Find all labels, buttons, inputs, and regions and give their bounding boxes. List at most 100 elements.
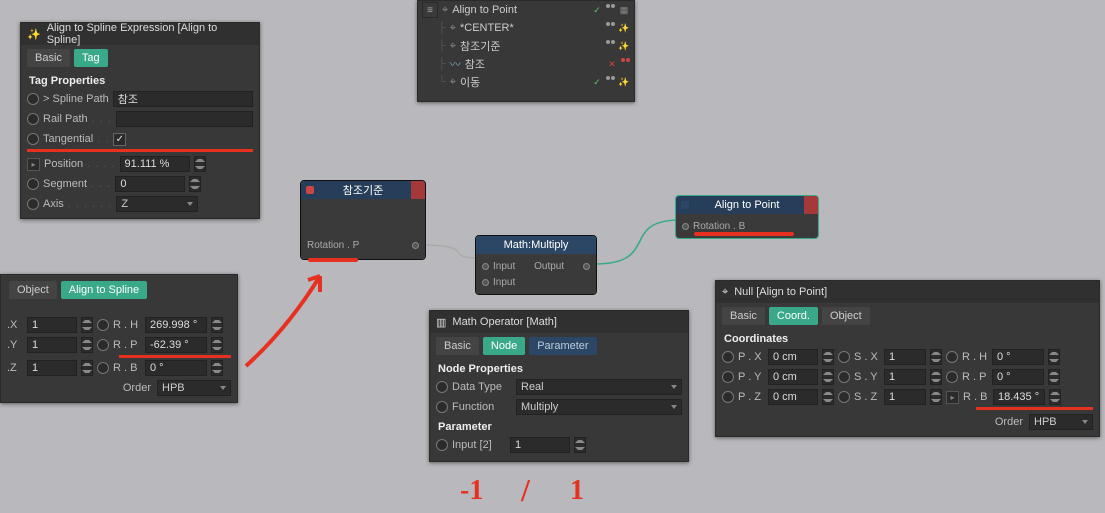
spinner[interactable] [211,337,223,353]
radio-sz[interactable] [838,391,850,403]
spline-path-field[interactable]: 참조 [113,91,253,107]
px-field[interactable]: 0 cm [768,349,818,365]
sz-field[interactable]: 1 [884,389,926,405]
x-field[interactable]: 1 [27,317,77,333]
radio-spline-path[interactable] [27,93,39,105]
radio-sy[interactable] [838,371,850,383]
spinner[interactable] [189,176,201,192]
tab-align-to-spline[interactable]: Align to Spline [61,281,147,299]
radio-rh[interactable] [97,319,109,331]
visibility-icon[interactable]: ✓ [591,76,603,88]
radio-tangential[interactable] [27,133,39,145]
radio-rp[interactable] [946,371,958,383]
tree-item-move[interactable]: 이동 [460,74,480,90]
spinner[interactable] [574,437,586,453]
tree-item-ref-base[interactable]: 참조기준 [460,38,500,54]
anim-icon[interactable]: ▸ [27,158,40,171]
spinner[interactable] [81,360,93,376]
radio-py[interactable] [722,371,734,383]
node-header[interactable]: 참조기준 [301,181,425,199]
spinner[interactable] [930,369,942,385]
spinner[interactable] [1048,369,1060,385]
node-ref[interactable]: 참조기준 Rotation . P [300,180,426,260]
tab-coord[interactable]: Coord. [769,307,818,325]
tag-icon[interactable]: ✨ [618,22,630,34]
tab-object[interactable]: Object [9,281,57,299]
tab-basic[interactable]: Basic [27,49,70,67]
spinner[interactable] [930,389,942,405]
sx-field[interactable]: 1 [884,349,926,365]
py-field[interactable]: 0 cm [768,369,818,385]
tangential-checkbox[interactable] [113,133,126,146]
radio-axis[interactable] [27,198,39,210]
node-multiply[interactable]: Math:Multiply Input Output Input [475,235,597,295]
rail-path-field[interactable] [116,111,253,127]
tab-basic[interactable]: Basic [722,307,765,325]
visibility-off-icon[interactable]: ✕ [606,58,618,70]
position-field[interactable]: 91.111 % [120,156,190,172]
tab-basic[interactable]: Basic [436,337,479,355]
node-header[interactable]: Align to Point [676,196,818,214]
rb-field[interactable]: 18.435 ° [993,389,1045,405]
radio-rb[interactable] [97,362,109,374]
node-header[interactable]: Math:Multiply [476,236,596,254]
dots-icon[interactable] [606,76,615,88]
visibility-icon[interactable]: ✓ [591,4,603,16]
tab-tag[interactable]: Tag [74,49,108,67]
input2-field[interactable]: 1 [510,437,570,453]
pz-field[interactable]: 0 cm [768,389,818,405]
segment-field[interactable]: 0 [115,176,185,192]
rp-field[interactable]: 0 ° [992,369,1044,385]
radio-pz[interactable] [722,391,734,403]
dots-icon[interactable] [606,22,615,34]
output-port[interactable] [583,263,590,270]
radio-rp[interactable] [97,339,109,351]
spinner[interactable] [1048,349,1060,365]
radio-px[interactable] [722,351,734,363]
radio-input2[interactable] [436,439,448,451]
tree-item-ref[interactable]: 참조 [465,56,485,72]
radio-datatype[interactable] [436,381,448,393]
dots-icon[interactable] [606,40,615,52]
tag-icon[interactable]: ✨ [618,76,630,88]
tree-item-center[interactable]: *CENTER* [460,22,514,34]
spinner[interactable] [81,317,93,333]
radio-sx[interactable] [838,351,850,363]
rb-field[interactable]: 0 ° [145,360,207,376]
spinner[interactable] [1049,389,1061,405]
input-port-2[interactable] [482,279,489,286]
radio-function[interactable] [436,401,448,413]
sy-field[interactable]: 1 [884,369,926,385]
input-port-1[interactable] [482,263,489,270]
rh-field[interactable]: 0 ° [992,349,1044,365]
anim-icon[interactable]: ▸ [946,391,959,404]
z-field[interactable]: 1 [27,360,77,376]
tab-node[interactable]: Node [483,337,525,355]
order-dropdown[interactable]: HPB [157,380,231,396]
rp-field[interactable]: -62.39 ° [145,337,207,353]
spinner[interactable] [822,369,834,385]
spinner[interactable] [822,389,834,405]
datatype-dropdown[interactable]: Real [516,379,682,395]
spinner[interactable] [930,349,942,365]
tag-icon[interactable]: ✨ [618,40,630,52]
tag-icon[interactable]: ▦ [618,4,630,16]
function-dropdown[interactable]: Multiply [516,399,682,415]
radio-rail-path[interactable] [27,113,39,125]
axis-dropdown[interactable]: Z [116,196,198,212]
radio-rh[interactable] [946,351,958,363]
spinner[interactable] [211,360,223,376]
dots-icon[interactable] [621,58,630,70]
spinner[interactable] [822,349,834,365]
dots-icon[interactable] [606,4,615,16]
radio-segment[interactable] [27,178,39,190]
spinner[interactable] [81,337,93,353]
spinner[interactable] [194,156,206,172]
tab-parameter[interactable]: Parameter [529,337,596,355]
output-port[interactable] [412,242,419,249]
order-dropdown[interactable]: HPB [1029,414,1093,430]
rh-field[interactable]: 269.998 ° [145,317,207,333]
panel-menu-icon[interactable]: ≡ [422,2,438,18]
y-field[interactable]: 1 [27,337,77,353]
tab-object[interactable]: Object [822,307,870,325]
